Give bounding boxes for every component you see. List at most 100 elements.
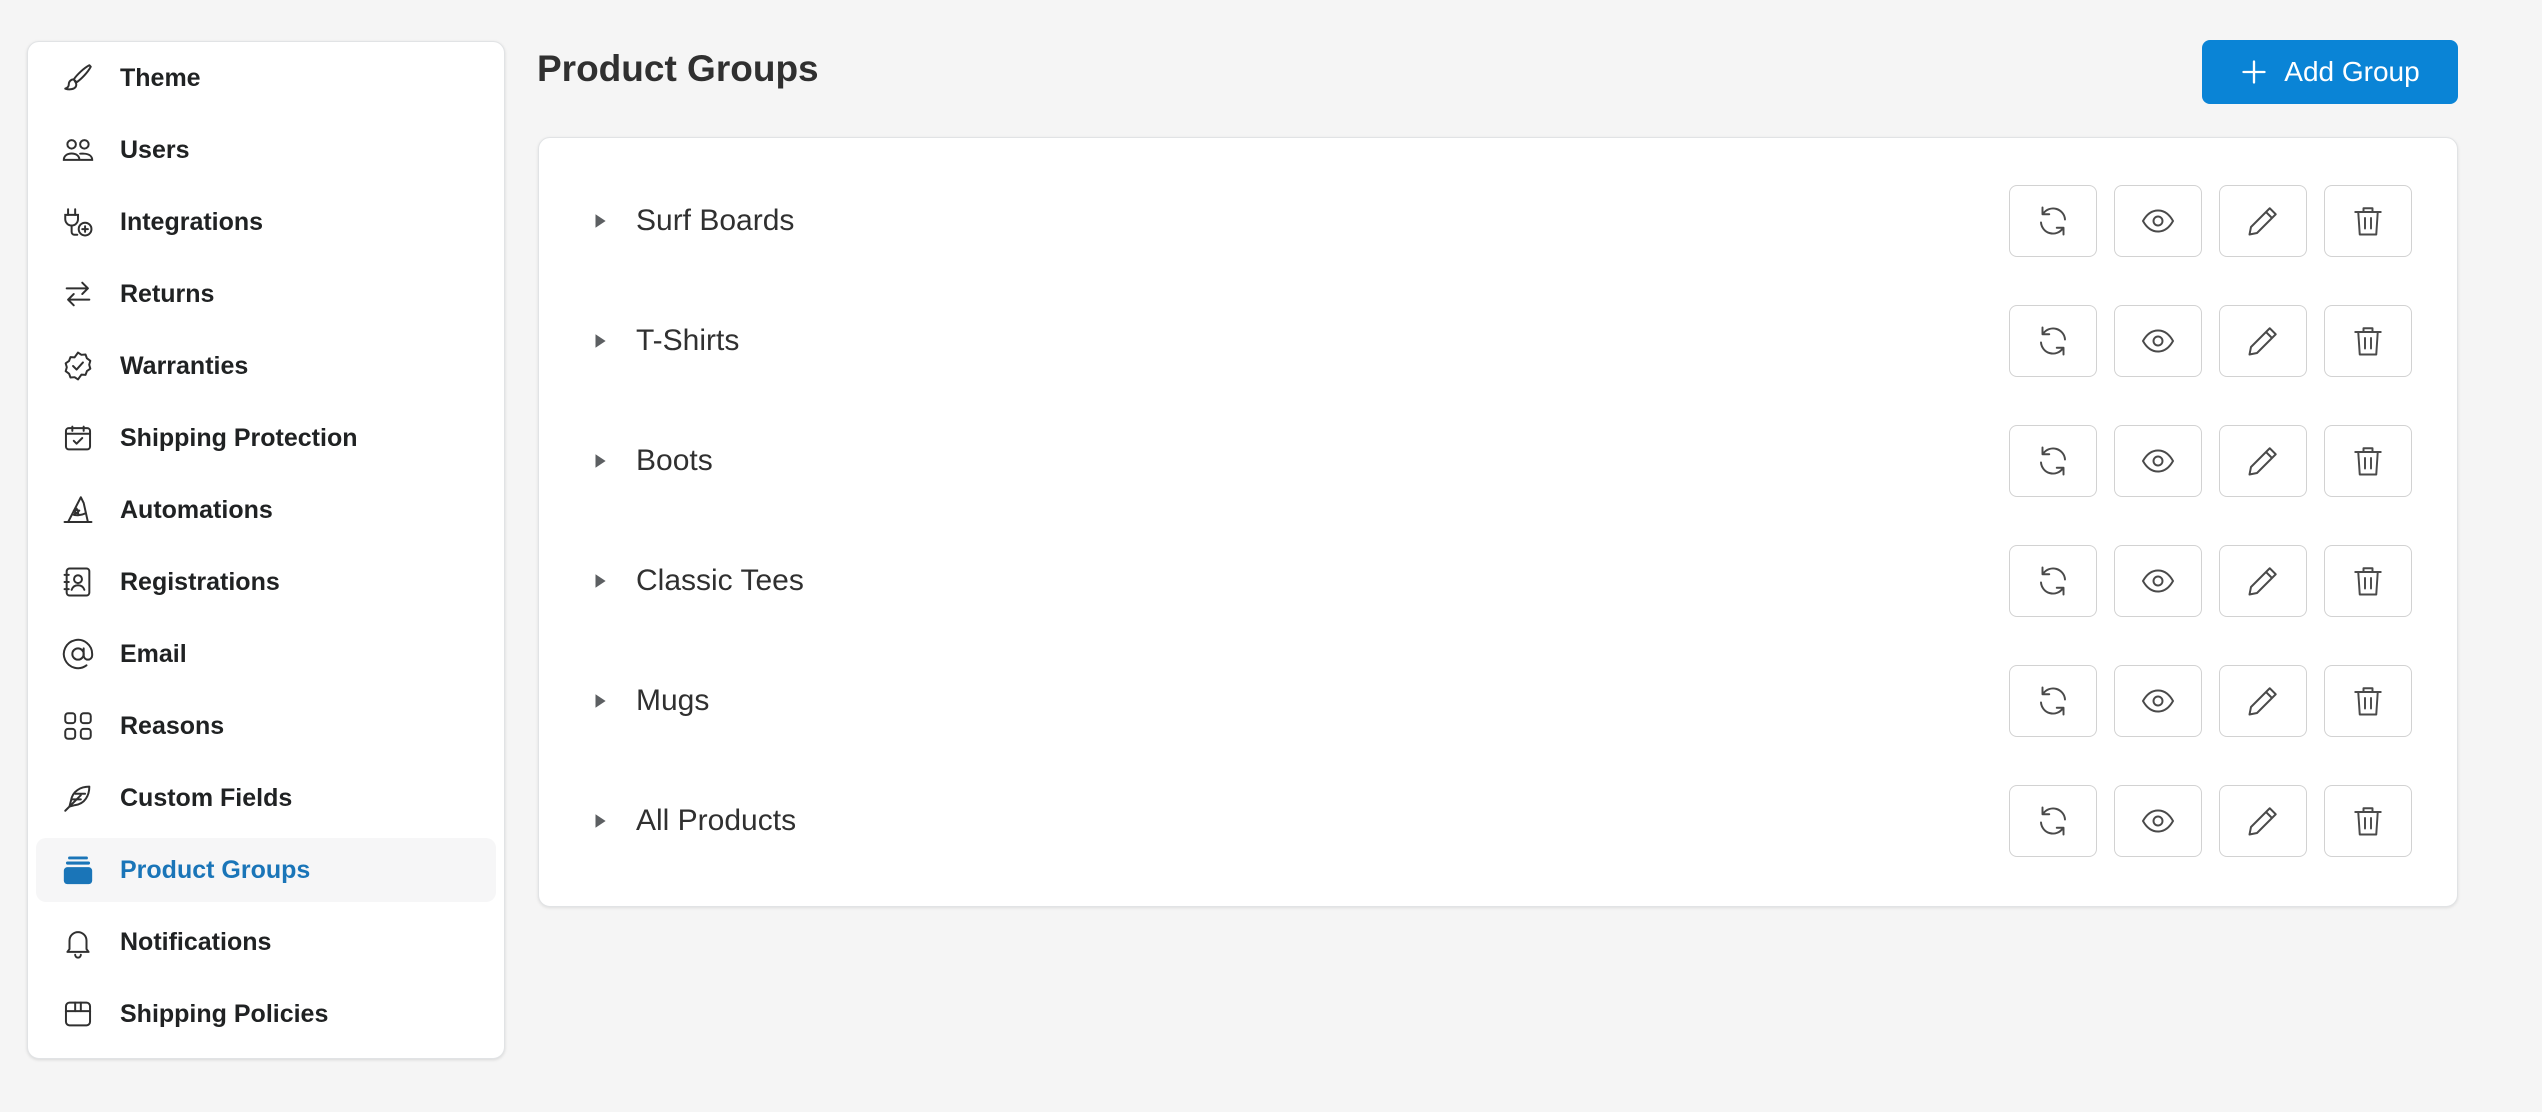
- trash-icon: [2354, 807, 2382, 836]
- sidebar-item-reasons[interactable]: Reasons: [36, 694, 496, 758]
- eye-icon: [2141, 809, 2175, 833]
- sidebar-item-label: Automations: [120, 495, 273, 524]
- page-title: Product Groups: [537, 48, 819, 89]
- settings-sidebar: Theme Users Integrations Returns Warrant…: [27, 41, 505, 1059]
- sidebar-item-shipping-protection[interactable]: Shipping Protection: [36, 406, 496, 470]
- caret-right-icon[interactable]: [591, 332, 609, 350]
- delete-button[interactable]: [2324, 545, 2412, 617]
- group-name: Classic Tees: [636, 564, 804, 597]
- list-item: Boots: [539, 425, 2457, 497]
- sidebar-item-label: Custom Fields: [120, 783, 293, 812]
- view-button[interactable]: [2114, 305, 2202, 377]
- sidebar-item-label: Product Groups: [120, 855, 311, 884]
- group-name: T-Shirts: [636, 324, 740, 357]
- refresh-icon: [2040, 326, 2066, 356]
- sidebar-item-automations[interactable]: Automations: [36, 478, 496, 542]
- sidebar-item-email[interactable]: Email: [36, 622, 496, 686]
- sidebar-item-custom-fields[interactable]: Custom Fields: [36, 766, 496, 830]
- edit-button[interactable]: [2219, 545, 2307, 617]
- trash-icon: [2354, 447, 2382, 476]
- delete-button[interactable]: [2324, 305, 2412, 377]
- sidebar-item-label: Warranties: [120, 351, 249, 380]
- stack-icon: [60, 852, 96, 888]
- package-check-icon: [60, 420, 96, 456]
- brush-icon: [60, 60, 96, 96]
- sidebar-item-label: Reasons: [120, 711, 225, 740]
- delete-button[interactable]: [2324, 185, 2412, 257]
- sidebar-item-shipping-policies[interactable]: Shipping Policies: [36, 982, 496, 1046]
- sync-button[interactable]: [2009, 785, 2097, 857]
- caret-right-icon[interactable]: [591, 812, 609, 830]
- list-item: Surf Boards: [539, 185, 2457, 257]
- eye-icon: [2141, 569, 2175, 593]
- sync-button[interactable]: [2009, 425, 2097, 497]
- bell-icon: [60, 924, 96, 960]
- pencil-icon: [2248, 687, 2277, 716]
- add-group-button[interactable]: Add Group: [2202, 40, 2458, 104]
- edit-button[interactable]: [2219, 785, 2307, 857]
- group-name: All Products: [636, 804, 797, 837]
- product-groups-list: Surf Boards T-Shirts Boots Classic Tees …: [538, 137, 2458, 907]
- pencil-icon: [2248, 567, 2277, 596]
- sync-button[interactable]: [2009, 185, 2097, 257]
- row-actions: [2009, 545, 2412, 617]
- eye-icon: [2141, 209, 2175, 233]
- sync-button[interactable]: [2009, 545, 2097, 617]
- pencil-icon: [2248, 327, 2277, 356]
- list-item: T-Shirts: [539, 305, 2457, 377]
- pencil-icon: [2248, 207, 2277, 236]
- view-button[interactable]: [2114, 185, 2202, 257]
- sidebar-item-registrations[interactable]: Registrations: [36, 550, 496, 614]
- sidebar-item-label: Email: [120, 639, 187, 668]
- sidebar-item-users[interactable]: Users: [36, 118, 496, 182]
- caret-right-icon[interactable]: [591, 692, 609, 710]
- caret-right-icon[interactable]: [591, 572, 609, 590]
- edit-button[interactable]: [2219, 425, 2307, 497]
- sidebar-item-label: Shipping Protection: [120, 423, 358, 452]
- wizard-hat-icon: [60, 492, 96, 528]
- row-actions: [2009, 425, 2412, 497]
- sidebar-item-warranties[interactable]: Warranties: [36, 334, 496, 398]
- refresh-icon: [2040, 566, 2066, 596]
- refresh-icon: [2040, 206, 2066, 236]
- sidebar-item-label: Notifications: [120, 927, 272, 956]
- view-button[interactable]: [2114, 665, 2202, 737]
- view-button[interactable]: [2114, 785, 2202, 857]
- contact-book-icon: [60, 564, 96, 600]
- arrows-exchange-icon: [60, 276, 96, 312]
- grid-icon: [60, 708, 96, 744]
- list-item: All Products: [539, 785, 2457, 857]
- group-name: Surf Boards: [636, 204, 795, 237]
- caret-right-icon[interactable]: [591, 212, 609, 230]
- plus-icon: [2242, 60, 2266, 84]
- sidebar-item-integrations[interactable]: Integrations: [36, 190, 496, 254]
- plug-icon: [60, 204, 96, 240]
- sidebar-item-label: Integrations: [120, 207, 264, 236]
- list-item: Mugs: [539, 665, 2457, 737]
- row-actions: [2009, 185, 2412, 257]
- pencil-icon: [2248, 447, 2277, 476]
- sidebar-item-notifications[interactable]: Notifications: [36, 910, 496, 974]
- delete-button[interactable]: [2324, 785, 2412, 857]
- at-sign-icon: [60, 636, 96, 672]
- sidebar-item-label: Theme: [120, 63, 201, 92]
- edit-button[interactable]: [2219, 185, 2307, 257]
- sidebar-item-label: Shipping Policies: [120, 999, 329, 1028]
- sidebar-item-returns[interactable]: Returns: [36, 262, 496, 326]
- sync-button[interactable]: [2009, 305, 2097, 377]
- edit-button[interactable]: [2219, 665, 2307, 737]
- sync-button[interactable]: [2009, 665, 2097, 737]
- delete-button[interactable]: [2324, 425, 2412, 497]
- delete-button[interactable]: [2324, 665, 2412, 737]
- refresh-icon: [2040, 686, 2066, 716]
- refresh-icon: [2040, 446, 2066, 476]
- eye-icon: [2141, 449, 2175, 473]
- group-name: Mugs: [636, 684, 710, 717]
- edit-button[interactable]: [2219, 305, 2307, 377]
- caret-right-icon[interactable]: [591, 452, 609, 470]
- view-button[interactable]: [2114, 545, 2202, 617]
- row-actions: [2009, 785, 2412, 857]
- sidebar-item-theme[interactable]: Theme: [36, 46, 496, 110]
- view-button[interactable]: [2114, 425, 2202, 497]
- sidebar-item-product-groups[interactable]: Product Groups: [36, 838, 496, 902]
